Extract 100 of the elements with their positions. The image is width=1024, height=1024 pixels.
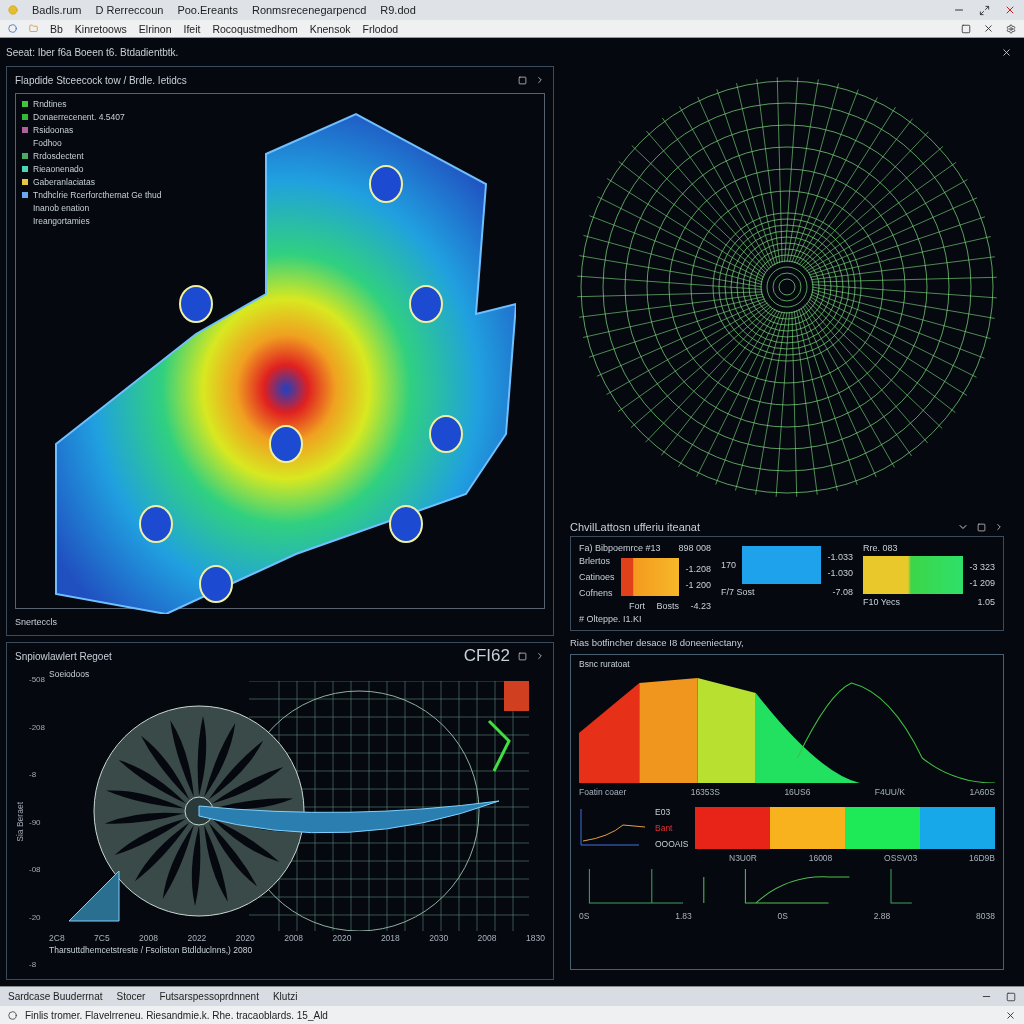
window-button[interactable] (961, 23, 971, 34)
close-button[interactable] (1005, 1009, 1016, 1021)
chart-caption: Tharsuttdhemcetstreste / Fsoliston Btdlduclnns,) 2080 (49, 945, 254, 955)
tick-label: 0S (579, 911, 590, 921)
header-text: Seeat: Iber f6a Boeen t6. Btdadientbtk. (6, 46, 179, 58)
bar-value: -3 323 (969, 562, 995, 572)
axis-label: F10 Yecs (863, 597, 901, 607)
axis-label: Fort (629, 601, 645, 611)
bar-value: -1.208 (685, 564, 711, 574)
tick-label: F4UU/K (874, 787, 905, 797)
legend-label: Donaerrecenent. 4.5407 (33, 112, 125, 122)
legend-label: Rrdosdectent (33, 151, 84, 161)
tick-label: 8038 (976, 911, 995, 921)
view-button[interactable] (518, 75, 527, 85)
legend-label: Inanob enation (33, 203, 90, 213)
panel-title: ChvilLattosn ufferiu iteanat (570, 521, 701, 533)
close-icon (1004, 4, 1016, 16)
bar-value: -1.033 (827, 552, 853, 562)
legend-label: Fodhoo (33, 138, 62, 148)
section-caption: Rias botfincher desace I8 doneeniectany, (570, 637, 745, 648)
tick-label: 1A60S (969, 787, 995, 797)
meter-reading: 898 008 (678, 543, 711, 553)
tick-label: -508 (29, 675, 45, 684)
close-button[interactable] (1001, 46, 1012, 58)
tick-label: 2.88 (873, 911, 891, 921)
app-icon (8, 5, 18, 15)
panel-footer: Snerteccls (15, 617, 58, 627)
tick-label: 1830 (525, 933, 545, 943)
panel-code: CFI62 (463, 646, 510, 666)
tick-label: Foatin coaer (579, 787, 627, 797)
view-button[interactable] (977, 522, 986, 532)
legend-label: Rndtines (33, 99, 67, 109)
tick-label: 2022 (187, 933, 207, 943)
next-button[interactable] (535, 651, 545, 661)
menu-item[interactable]: Elrinon (138, 22, 172, 35)
bar-value: -1.030 (827, 568, 853, 578)
next-button[interactable] (535, 75, 545, 85)
tick-label: 16D9B (969, 853, 995, 863)
annotation-text: Soeiodoos (49, 669, 91, 679)
menu-item[interactable]: Knensok (309, 22, 351, 35)
tick-label: 2030 (429, 933, 449, 943)
menu-item[interactable]: Rocoqustmedhom (212, 22, 298, 35)
tick-label: 16353S (690, 787, 720, 797)
axis-label: 1.05 (977, 597, 995, 607)
panel-title: Snpiowlawlert Regoet (15, 650, 112, 662)
tick-label: 0S (777, 911, 788, 921)
status-text: Finlis tromer. Flavelrreneu. Riesandmie.k. Rhe. tracaoblards. 15_Ald (25, 1009, 328, 1021)
tick-label: 1.83 (675, 911, 692, 921)
maximize-icon (979, 4, 990, 16)
tick-label: -90 (29, 817, 42, 827)
close-button[interactable] (1004, 4, 1016, 16)
tick-label: -08 (29, 865, 42, 874)
meter-heading: Rre. 083 (863, 543, 898, 553)
title-text: R9.dod (380, 4, 416, 16)
menu-item[interactable]: Ifeit (183, 22, 201, 35)
menu-item[interactable]: Frlodod (362, 22, 399, 35)
tick-label: -208 (29, 722, 45, 732)
bottom-tab[interactable]: Stocer (116, 991, 146, 1002)
tick-label: 2C8 (49, 933, 65, 943)
color-bar (620, 558, 680, 596)
tick-label: 2008 (284, 933, 304, 943)
row-label: Brlertos (579, 556, 611, 566)
bottom-tab[interactable]: Futsarspessoprdnnent (159, 991, 259, 1002)
legend-label: Ireangortamies (33, 216, 90, 226)
axis-label: Sia Beraet (15, 802, 25, 842)
view-button[interactable] (518, 651, 527, 661)
legend-label: Tndhclrie Rcerforcthernat Ge thud (33, 190, 162, 200)
settings-button[interactable] (1006, 23, 1016, 34)
tick-label: 2008 (139, 933, 158, 943)
axis-label: F/7 Sost (721, 587, 755, 597)
row-label: Cofnens (579, 588, 614, 598)
curve-label: OOOAIS (655, 839, 689, 849)
bar-value: -1 200 (685, 580, 711, 590)
bar-value: -1 209 (969, 578, 995, 588)
legend-label: Rieaonenado (33, 164, 84, 174)
menu-item[interactable]: Kinretoows (74, 22, 127, 35)
tick-label: 2008 (477, 933, 497, 943)
next-button[interactable] (994, 522, 1004, 532)
location-icon (8, 24, 17, 33)
title-text: Poo.Ereants (177, 4, 238, 16)
panel-title: Flapdide Stceecock tow / Brdle. Ietidcs (15, 74, 187, 86)
maximize-button[interactable] (979, 4, 990, 16)
tick-label: -8 (29, 960, 38, 969)
curve-label: E03 (655, 807, 672, 817)
bottom-tab[interactable]: Sardcase Buuderrnat (8, 991, 103, 1002)
window-icon (1006, 991, 1016, 1002)
tick-label: OSSV03 (884, 853, 918, 863)
axis-label: -4.23 (690, 601, 711, 611)
close-button[interactable] (983, 23, 994, 34)
title-text: Badls.rum (32, 4, 82, 16)
bottom-tab[interactable]: Klutzi (272, 991, 298, 1002)
window-button[interactable] (1006, 991, 1016, 1002)
menu-item[interactable]: Bb (50, 22, 63, 35)
meter-note: # Olteppe. I1.KI (579, 614, 643, 624)
tick-label: -20 (29, 912, 42, 922)
axis-label: -7.08 (832, 587, 853, 597)
tick-label: 16008 (808, 853, 833, 863)
tick-label: 2020 (332, 933, 352, 943)
folder-icon (29, 24, 38, 33)
title-text: Ronmsrecenegarpencd (251, 4, 367, 16)
